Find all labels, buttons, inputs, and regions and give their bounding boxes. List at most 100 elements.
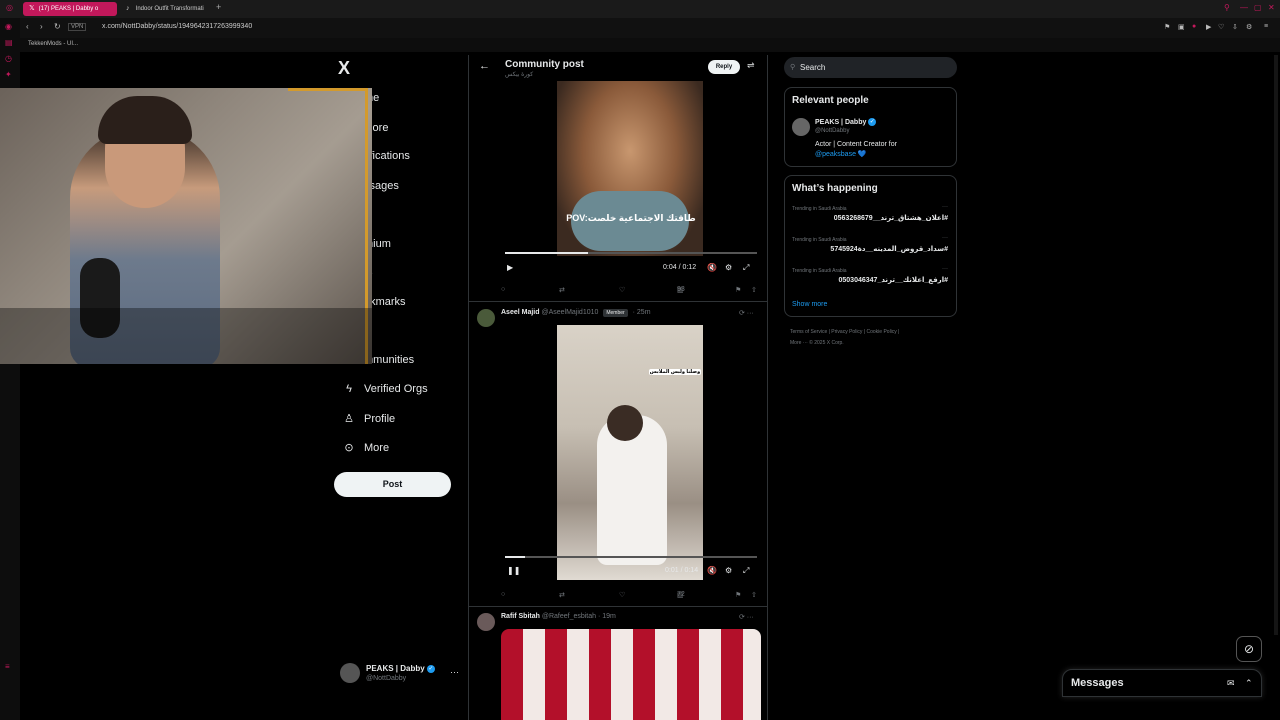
bio-link[interactable]: @peaksbase [815,151,856,158]
fullscreen-icon[interactable]: ⤢ [743,263,749,273]
scrollbar[interactable] [1274,55,1278,635]
avatar[interactable] [477,613,495,631]
bookmark-icon[interactable]: ⚑ [735,591,741,599]
video-player[interactable] [501,629,761,720]
like-icon[interactable]: ♡ [619,286,625,294]
author-name[interactable]: Aseel Majid [501,309,540,316]
url-field[interactable]: x.com/NottDabby/status/19496423172639993… [102,23,252,30]
record-icon[interactable]: ● [1192,23,1196,30]
download-icon[interactable]: ⇩ [1232,23,1238,31]
messages-title: Messages [1071,677,1124,689]
repost-icon[interactable]: ⇄ [559,591,565,599]
nav-more[interactable]: ⊙ More [342,441,389,455]
heart-icon[interactable]: ♡ [1218,23,1224,31]
menu-icon[interactable]: ≡ [1264,23,1268,30]
forward-icon[interactable]: › [40,22,43,31]
show-more-link[interactable]: Show more [792,301,827,308]
settings-icon[interactable]: ⚙ [725,263,732,272]
back-icon[interactable]: ‹ [26,22,29,31]
trend-context: Trending in Saudi Arabia [792,237,847,243]
mute-icon[interactable]: 🔇 [707,263,717,272]
lightning-icon: ϟ [346,383,352,395]
panel-title: What’s happening [792,183,878,194]
nav-verified-orgs[interactable]: ϟ Verified Orgs [342,383,428,395]
reply-button[interactable]: Reply [708,60,740,74]
person-handle: @NottDabby [815,128,850,134]
tweet-time[interactable]: · 25m [633,309,651,316]
video-progress[interactable] [505,556,757,558]
more-icon[interactable]: ··· [450,667,459,677]
sidebar-icon[interactable]: ▤ [5,38,13,47]
extensions-icon[interactable]: ⚙ [1246,23,1252,31]
author-name[interactable]: Rafif Sbitah [501,613,540,620]
sidebar-icon[interactable]: ◉ [5,22,12,31]
video-player[interactable]: POV:طاقتك الاجتماعية خلصت ▶ 0:04 / 0:12 … [501,81,761,286]
more-icon[interactable]: ⟳ ··· [739,613,754,621]
account-switcher[interactable]: PEAKS | Dabby ✓ @NottDabby ··· [340,663,460,685]
messages-drawer[interactable]: Messages ✉ ⌃ [1062,669,1262,697]
video-progress[interactable] [505,252,757,254]
x-logo[interactable]: X [338,58,350,79]
more-icon[interactable]: ··· [942,204,948,210]
address-bar: ‹ › ↻ VPN x.com/NottDabby/status/1949642… [20,18,1280,38]
more-icon[interactable]: ⟳ ··· [739,309,754,317]
vpn-badge[interactable]: VPN [68,23,87,31]
maximize-icon[interactable]: ▢ [1254,3,1262,12]
sidebar-icon[interactable]: ≡ [5,662,10,671]
avatar[interactable] [792,118,810,136]
sidebar-icon[interactable]: ◷ [5,54,12,63]
footer-copyright[interactable]: More ··· © 2025 X Corp. [790,340,844,346]
like-icon[interactable]: ♡ [619,591,625,599]
account-name: PEAKS | Dabby [366,664,425,673]
play-icon[interactable]: ▶ [507,263,513,272]
more-icon[interactable]: ··· [942,235,948,241]
minimize-icon[interactable]: — [1240,3,1248,12]
trend-item[interactable]: #ارفع_اعلانك__ترند_0503046347 [839,276,949,284]
bookmark-icon[interactable]: ⚑ [1164,23,1170,31]
repost-icon[interactable]: ⇄ [559,286,565,294]
back-arrow-icon[interactable]: ← [479,60,490,72]
search-input[interactable]: ⚲ Search [784,57,957,78]
tab-active[interactable]: 𝕏 (17) PEAKS | Dabby o [23,2,117,16]
grok-icon: ⊘ [1243,642,1255,656]
settings-icon[interactable]: ⚙ [725,566,732,575]
play-icon[interactable]: ▶ [1206,23,1211,31]
author-handle[interactable]: @AseelMajid1010 [541,309,598,316]
tweet-time[interactable]: · 19m [598,613,616,620]
chevron-up-icon[interactable]: ⌃ [1245,678,1253,689]
author-handle[interactable]: @Rafeef_esbitah [542,613,596,620]
reply-icon[interactable]: ○ [501,286,505,293]
new-message-icon[interactable]: ✉ [1227,678,1235,689]
tab-bar: ◎ 𝕏 (17) PEAKS | Dabby o ♪ Indoor Outfit… [0,0,1280,18]
trend-item[interactable]: #اعلان_هشتاق_ترند__0563268679 [834,214,948,222]
share-icon[interactable]: ⇧ [751,591,757,599]
views-count: 72 [677,591,685,598]
trend-item[interactable]: #سداد_قروض_المدينه__دة5745924 [830,245,948,253]
new-tab-button[interactable]: + [216,2,221,12]
more-icon[interactable]: ··· [942,266,948,272]
tab-inactive[interactable]: ♪ Indoor Outfit Transformati [120,2,212,16]
mute-icon[interactable]: 🔇 [707,566,717,575]
share-icon[interactable]: ⇧ [751,286,757,294]
avatar [340,663,360,683]
video-player[interactable]: وصلنا ولبس الملابس ❚❚ 0:01 / 0:14 🔇 ⚙ ⤢ [501,325,761,580]
bookmark-icon[interactable]: ⚑ [735,286,741,294]
sidebar-icon[interactable]: ✦ [5,70,12,79]
views-count: 93 [677,286,685,293]
footer-links[interactable]: Terms of Service | Privacy Policy | Cook… [790,329,899,335]
reply-icon[interactable]: ○ [501,591,505,598]
search-icon[interactable]: ⚲ [1224,3,1230,12]
nav-profile[interactable]: ♙ Profile [342,412,395,426]
sliders-icon[interactable]: ⇌ [747,60,755,71]
fullscreen-icon[interactable]: ⤢ [743,566,749,576]
reload-icon[interactable]: ↻ [54,22,61,31]
wallet-icon[interactable]: ▣ [1178,23,1185,31]
post-button[interactable]: Post [334,472,451,497]
streamer-hair [98,96,192,144]
grok-button[interactable]: ⊘ [1236,636,1262,662]
close-icon[interactable]: ✕ [1268,3,1275,12]
bookmark-item[interactable]: TekkenMods - UI... [28,41,78,47]
pause-icon[interactable]: ❚❚ [507,566,520,575]
panel-title: Relevant people [792,95,869,106]
avatar[interactable] [477,309,495,327]
